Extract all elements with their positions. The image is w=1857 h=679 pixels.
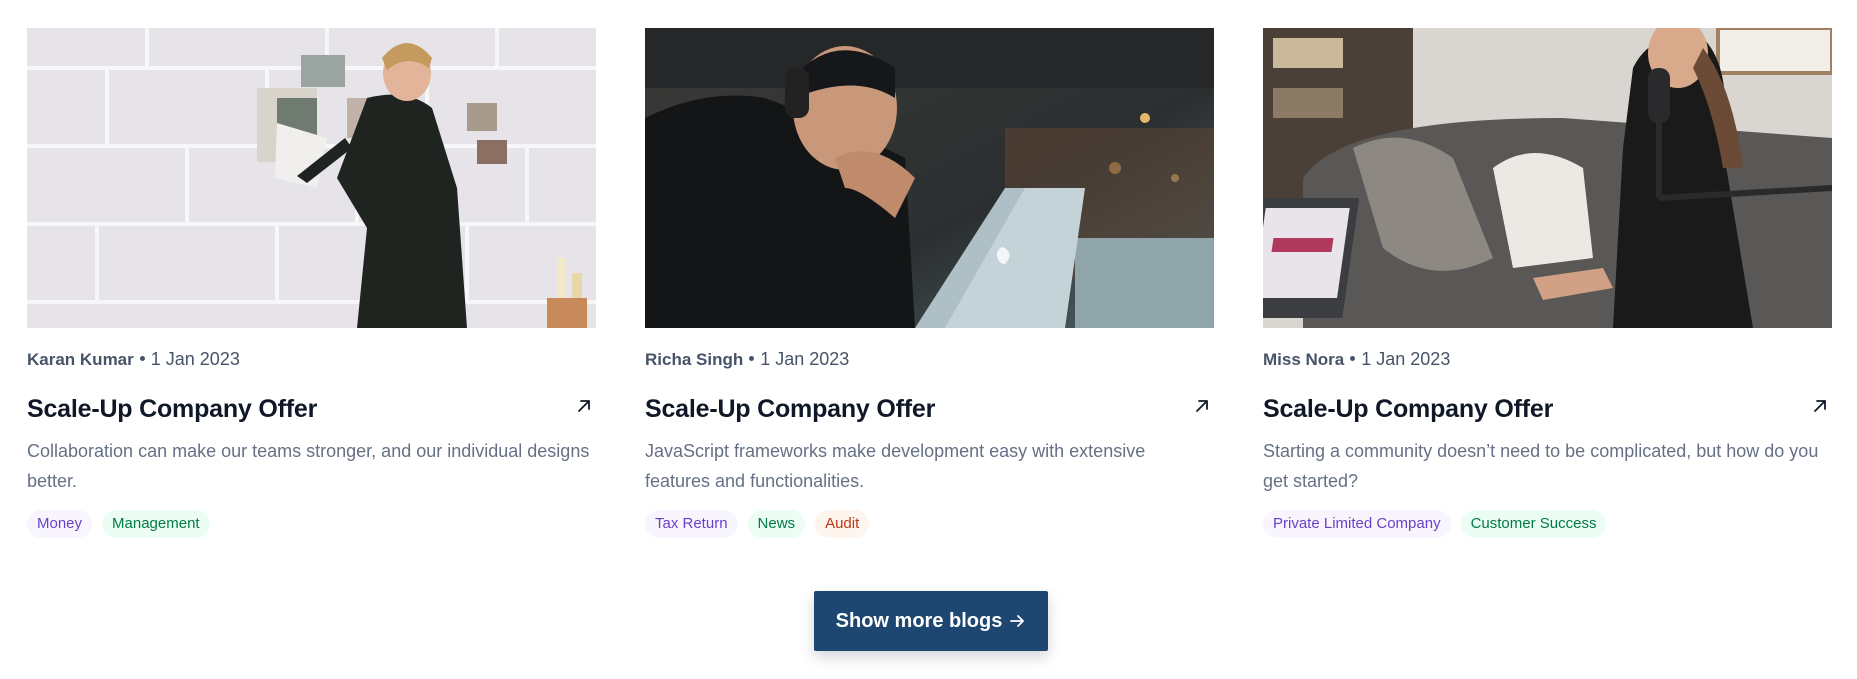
author-name[interactable]: Richa Singh [645,350,743,369]
tag-list: Private Limited Company Customer Success [1263,510,1832,538]
photo-woman-podcast [1263,28,1832,328]
blog-card[interactable]: Miss Nora 1 Jan 2023 Scale-Up Company Off… [1263,28,1832,538]
post-meta: Miss Nora 1 Jan 2023 [1263,346,1832,372]
arrow-up-right-icon[interactable] [574,396,594,416]
tag[interactable]: Audit [815,510,870,538]
tag[interactable]: News [747,510,806,538]
post-title[interactable]: Scale-Up Company Offer [645,392,935,426]
blog-grid: Karan Kumar 1 Jan 2023 Scale-Up Company O… [27,28,1832,538]
post-date: 1 Jan 2023 [760,349,850,369]
arrow-up-right-icon[interactable] [1192,396,1212,416]
tag-list: Tax Return News Audit [645,510,1214,538]
tag[interactable]: Money [27,510,93,538]
tag[interactable]: Management [102,510,210,538]
author-name[interactable]: Miss Nora [1263,350,1344,369]
blog-thumbnail[interactable] [1263,28,1832,328]
photo-man-laptop [645,28,1214,328]
post-title[interactable]: Scale-Up Company Offer [27,392,317,426]
post-date: 1 Jan 2023 [1361,349,1451,369]
arrow-right-icon [1010,615,1025,627]
separator-dot [139,356,145,362]
show-more-label: Show more blogs [835,609,1003,632]
separator-dot [749,356,755,362]
title-row: Scale-Up Company Offer [27,392,596,426]
tag-list: Money Management [27,510,596,538]
title-row: Scale-Up Company Offer [1263,392,1832,426]
arrow-up-right-icon[interactable] [1810,396,1830,416]
post-description: JavaScript frameworks make development e… [645,441,1146,491]
post-title[interactable]: Scale-Up Company Offer [1263,392,1553,426]
separator-dot [1350,356,1356,362]
tag[interactable]: Customer Success [1460,510,1607,538]
post-meta: Karan Kumar 1 Jan 2023 [27,346,596,372]
blog-card[interactable]: Karan Kumar 1 Jan 2023 Scale-Up Company O… [27,28,596,538]
blog-card[interactable]: Richa Singh 1 Jan 2023 Scale-Up Company O… [645,28,1214,538]
post-date: 1 Jan 2023 [150,349,240,369]
tag[interactable]: Tax Return [645,510,738,538]
author-name[interactable]: Karan Kumar [27,350,134,369]
show-more-blogs-button[interactable]: Show more blogs [814,591,1048,651]
post-description: Starting a community doesn’t need to be … [1263,441,1819,491]
blog-thumbnail[interactable] [27,28,596,328]
post-description: Collaboration can make our teams stronge… [27,441,590,491]
title-row: Scale-Up Company Offer [645,392,1214,426]
photo-man-wall [27,28,596,328]
post-meta: Richa Singh 1 Jan 2023 [645,346,1214,372]
blog-thumbnail[interactable] [645,28,1214,328]
tag[interactable]: Private Limited Company [1263,510,1451,538]
